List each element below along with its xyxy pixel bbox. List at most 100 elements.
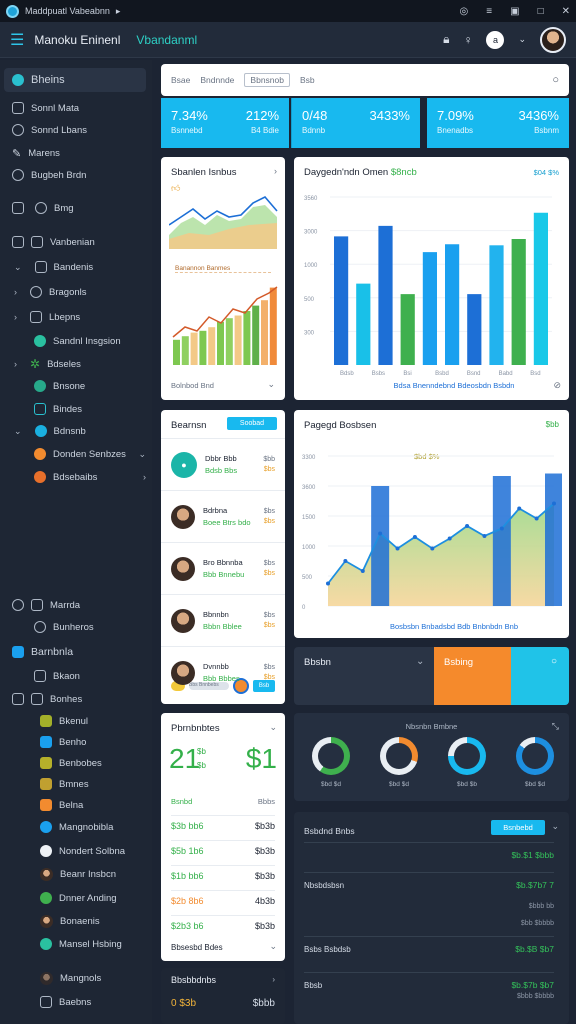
- panel-orange-block[interactable]: Bsbing: [434, 647, 511, 705]
- transaction-row[interactable]: Bsbs Bsbdsb $b.$B $b7: [304, 936, 554, 964]
- sidebar-item-27[interactable]: Mangnobibla: [40, 817, 113, 837]
- window-title: Maddpuatl Vabeabnn: [25, 6, 110, 16]
- money-row[interactable]: $2b 8b6 4b3b: [171, 890, 275, 906]
- transaction-row[interactable]: $b.$1 $bbb: [304, 842, 554, 870]
- sidebar-item-4[interactable]: Bugbeh Brdn: [12, 165, 86, 185]
- chevron-down-icon[interactable]: ⌄: [269, 722, 277, 733]
- contact-info: Bro Bbnnba Bbb Bnnebu: [203, 558, 256, 579]
- sidebar-item-26[interactable]: Belna: [40, 795, 83, 815]
- globe-icon: [12, 74, 24, 86]
- lock-icon[interactable]: 🔒︎: [443, 32, 449, 47]
- chevron-down-icon[interactable]: ⌄: [267, 379, 275, 390]
- settings-icon[interactable]: ⊘: [553, 380, 561, 391]
- menu-icon[interactable]: ≡: [486, 6, 492, 17]
- contact-values: $bs $bs: [264, 508, 275, 525]
- minimize-icon[interactable]: □: [538, 6, 544, 17]
- sidebar-item-24[interactable]: Benbobes: [40, 753, 102, 773]
- sidebar-item-13[interactable]: Bindes: [34, 399, 82, 419]
- sidebar-item-28[interactable]: Nondert Solbna: [40, 841, 125, 861]
- money-row[interactable]: $2b3 b6 $b3b: [171, 915, 275, 931]
- sidebar-item-33[interactable]: Mangnols: [40, 968, 101, 988]
- chevron-right-icon[interactable]: ›: [272, 975, 275, 984]
- sidebar-item-3[interactable]: ✎ Marens: [12, 143, 60, 163]
- teal-dot-icon: [34, 380, 46, 392]
- sidebar-item-5[interactable]: Bmg: [12, 198, 74, 218]
- sidebar-item-11[interactable]: › ✲ Bdseles: [14, 354, 81, 374]
- ring-label: $bd $d: [321, 781, 341, 788]
- list-item[interactable]: Bdrbna Boee Btrs bdo $bs $bs: [161, 490, 285, 542]
- sidebar-item-14[interactable]: ⌄ Bdnsnb: [14, 421, 86, 441]
- money-row[interactable]: $1b bb6 $b3b: [171, 865, 275, 881]
- money-right: $b3b: [254, 846, 275, 856]
- chevron-right-icon[interactable]: ›: [274, 166, 277, 176]
- sidebar-item-label: Sandnl Insgsion: [53, 335, 121, 347]
- sidebar-item-home[interactable]: Bheins: [4, 68, 146, 92]
- search-tab-2[interactable]: Bndnnde: [200, 75, 234, 85]
- user-avatar[interactable]: [540, 26, 566, 53]
- close-icon[interactable]: ✕: [562, 6, 570, 17]
- panel-cyan-block[interactable]: ○: [511, 647, 569, 705]
- search-tab-1[interactable]: Bsae: [171, 75, 190, 85]
- money-row[interactable]: $5b 1b6 $b3b: [171, 840, 275, 856]
- compass-icon: [12, 599, 24, 611]
- chevron-down-icon: ⌄: [138, 448, 146, 459]
- expand-icon[interactable]: ⤡: [552, 721, 559, 732]
- sidebar-item-30[interactable]: Dnner Anding: [40, 888, 117, 908]
- sidebar-item-20[interactable]: Bkaon: [34, 666, 80, 686]
- sidebar-item-29[interactable]: Beanr Insbcn: [40, 864, 116, 884]
- card-title: Sbanlen Isnbus: [171, 167, 237, 178]
- restore-icon[interactable]: ▣: [510, 6, 519, 17]
- chevron-down-icon[interactable]: ⌄: [551, 821, 559, 832]
- transaction-row[interactable]: Bbsb $b.$7b $b7 $bbb $bbbb: [304, 972, 554, 1000]
- contact-value-2: $bs: [263, 674, 275, 681]
- bell-icon[interactable]: ♀: [463, 33, 472, 47]
- sidebar-item-19[interactable]: Barnbnla: [12, 642, 73, 662]
- sidebar-item-21[interactable]: Bonhes: [12, 689, 82, 709]
- sidebar-item-8[interactable]: › Bragonls: [14, 282, 87, 302]
- search-tab-3[interactable]: Bbnsnob: [244, 73, 290, 87]
- list-item[interactable]: Bro Bbnnba Bbb Bnnebu $bs $bs: [161, 542, 285, 594]
- olive-icon: [40, 757, 52, 769]
- chevron-down-icon[interactable]: ⌄: [416, 656, 424, 667]
- account-icon[interactable]: ◎: [460, 6, 469, 17]
- sidebar-item-23[interactable]: Benho: [40, 732, 86, 752]
- sidebar-item-16[interactable]: Bdsebaibs ›: [34, 467, 146, 487]
- hamburger-icon[interactable]: ☰: [10, 30, 24, 50]
- sidebar-item-34[interactable]: Baebns: [40, 992, 91, 1012]
- sidebar-item-1[interactable]: Sonnl Mata: [12, 98, 79, 118]
- pin-icon[interactable]: ▸: [116, 6, 121, 17]
- transaction-value: $b.$7b $b7: [511, 980, 554, 990]
- sidebar-item-10[interactable]: Sandnl Insgsion: [34, 331, 121, 351]
- cloud-icon: [30, 286, 42, 298]
- sidebar-item-2[interactable]: Sonnd Lbans: [12, 120, 87, 140]
- chevron-down-icon[interactable]: ⌄: [269, 941, 277, 952]
- contacts-button[interactable]: Soobad: [227, 417, 277, 430]
- list-item[interactable]: Dvnnbb Bbb Bbbes $bs $bs: [161, 646, 285, 698]
- sidebar-item-15[interactable]: Donden Senbzes ⌄: [34, 444, 146, 464]
- sidebar-item-31[interactable]: Bonaenis: [40, 911, 100, 931]
- money-left: $5b 1b6: [171, 846, 204, 856]
- sidebar-item-18[interactable]: Bunheros: [34, 617, 94, 637]
- sidebar-item-label: Bheins: [31, 74, 65, 86]
- sidebar-item-22[interactable]: Bkenul: [40, 711, 88, 731]
- sidebar-item-25[interactable]: Bmnes: [40, 774, 89, 794]
- search-icon[interactable]: ○: [552, 74, 559, 86]
- transaction-row[interactable]: $bb $bbbb: [304, 900, 554, 928]
- sidebar-item-6[interactable]: Vanbenian: [12, 232, 95, 252]
- search-bar[interactable]: Bsae Bndnnde Bbnsnob Bsb ○: [161, 64, 569, 96]
- sidebar-item-7[interactable]: ⌄ Bandenis: [14, 257, 93, 277]
- sidebar-item-12[interactable]: Bnsone: [34, 376, 85, 396]
- transactions-button[interactable]: Bsnbebd: [491, 820, 545, 835]
- contact-value-2: $bs: [263, 570, 275, 577]
- sidebar-item-32[interactable]: Mansel Hsbing: [40, 934, 122, 954]
- chevron-down-icon[interactable]: ⌄: [518, 34, 526, 45]
- list-item[interactable]: ● Dbbr Bbb Bdsb Bbs $bb $bs: [161, 438, 285, 490]
- sidebar-item-9[interactable]: › Lbepns: [14, 307, 80, 327]
- list-item[interactable]: Bbnnbn Bbbn Bblee $bs $bs: [161, 594, 285, 646]
- money-row[interactable]: $3b bb6 $b3b: [171, 815, 275, 831]
- contact-name: Bro Bbnnba: [203, 558, 243, 567]
- search-tab-4[interactable]: Bsb: [300, 75, 315, 85]
- sidebar-item-17[interactable]: Marrda: [12, 595, 80, 615]
- profile-badge-icon[interactable]: a: [486, 30, 505, 49]
- mini-bar: [261, 300, 268, 365]
